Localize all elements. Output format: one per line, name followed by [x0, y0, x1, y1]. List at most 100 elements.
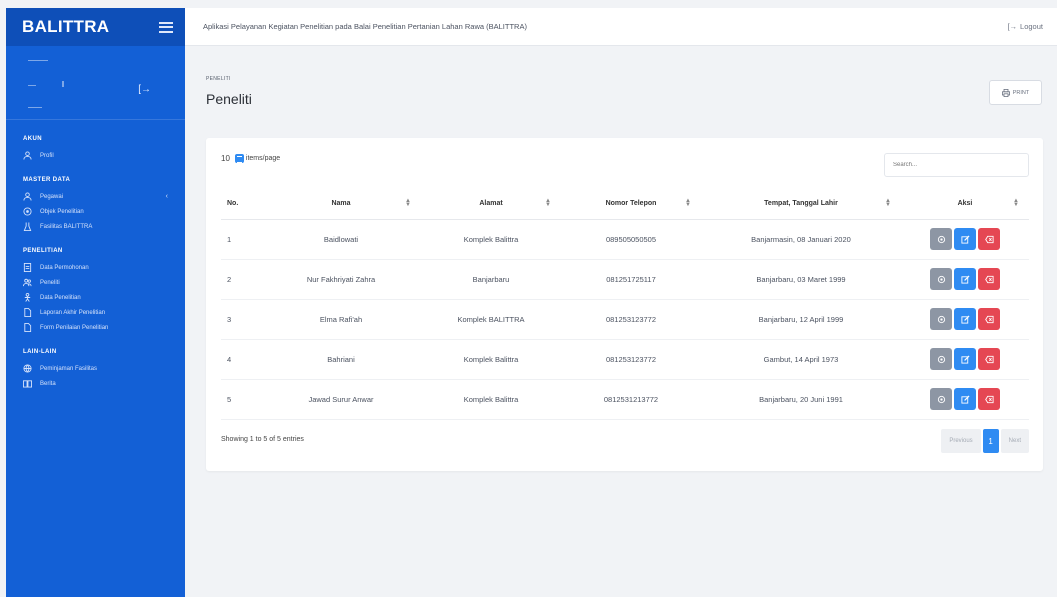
- sort-icon: ▲ ▼: [1013, 198, 1019, 208]
- column-header-nama[interactable]: Nama ▲ ▼: [261, 189, 421, 220]
- view-button[interactable]: [930, 348, 952, 370]
- sidebar-item-label: Pegawai: [40, 193, 64, 200]
- delete-button[interactable]: [978, 308, 1000, 330]
- sidebar-menu: AKUN Profil MASTER DATA Pegawai ‹ Objek Penel…: [6, 120, 185, 391]
- cell-ttl: Banjarbaru, 03 Maret 1999: [701, 259, 901, 300]
- cell-nama: Jawad Surur Anwar: [261, 379, 421, 420]
- edit-icon: [960, 354, 970, 364]
- sidebar-logout-icon[interactable]: [→: [138, 84, 151, 95]
- delete-button[interactable]: [978, 388, 1000, 410]
- delete-button[interactable]: [978, 228, 1000, 250]
- cell-ttl: Banjarmasin, 08 Januari 2020: [701, 219, 901, 260]
- logout-icon: [→: [1007, 22, 1018, 31]
- person-icon: [23, 293, 32, 302]
- table-row: 5 Jawad Surur Anwar Komplek Balittra 081253…: [221, 379, 1029, 420]
- sidebar-item-data-penelitian[interactable]: Data Penelitian: [6, 290, 185, 305]
- column-header-no[interactable]: No.: [221, 189, 261, 220]
- printer-icon: [1001, 88, 1010, 97]
- cell-nama: Elma Rafi'ah: [261, 299, 421, 340]
- print-button[interactable]: PRINT: [989, 80, 1042, 105]
- table-body: 1 Baidlowati Komplek Balittra 089505050505 B…: [221, 219, 1029, 420]
- sidebar-item-objek-penelitian[interactable]: Objek Penelitian: [6, 204, 185, 219]
- per-page-label: items/page: [245, 155, 281, 162]
- menu-section-title: MASTER DATA: [23, 177, 71, 183]
- sidebar-item-label: Data Penelitian: [40, 294, 81, 301]
- table-row: 3 Elma Rafi'ah Komplek BALITTRA 08125312377…: [221, 299, 1029, 340]
- row-actions: [901, 388, 1029, 410]
- logout-link[interactable]: [→ Logout: [1007, 22, 1043, 31]
- sidebar-item-label: Objek Penelitian: [40, 208, 84, 215]
- edit-button[interactable]: [954, 388, 976, 410]
- sidebar-item-fasilitas-balittra[interactable]: Fasilitas BALITTRA: [6, 219, 185, 234]
- row-actions: [901, 228, 1029, 250]
- cell-telepon: 089505050505: [561, 219, 701, 260]
- chevron-left-icon: ‹: [165, 193, 168, 200]
- user-icon: [23, 151, 32, 160]
- sidebar-item-peminjaman-fasilitas[interactable]: Peminjaman Fasilitas: [6, 361, 185, 376]
- column-header-aksi[interactable]: Aksi ▲ ▼: [901, 189, 1029, 220]
- file-icon: [23, 323, 32, 332]
- edit-button[interactable]: [954, 268, 976, 290]
- table-row: 2 Nur Fakhriyati Zahra Banjarbaru 081251725…: [221, 259, 1029, 300]
- edit-button[interactable]: [954, 348, 976, 370]
- pagination: Previous 1 Next: [941, 429, 1029, 453]
- edit-icon: [960, 274, 970, 284]
- sidebar-item-data-permohonan[interactable]: Data Permohonan: [6, 260, 185, 275]
- sidebar-item-berita[interactable]: Berita: [6, 376, 185, 391]
- menu-section-title: PENELITIAN: [23, 248, 63, 254]
- sort-icon: ▲ ▼: [885, 198, 891, 208]
- sidebar-item-profil[interactable]: Profil: [6, 148, 185, 163]
- sidebar-item-pegawai[interactable]: Pegawai ‹: [6, 189, 185, 204]
- cell-aksi: [901, 339, 1029, 380]
- edit-button[interactable]: [954, 228, 976, 250]
- eye-icon: [937, 275, 946, 284]
- users-icon: [23, 278, 32, 287]
- column-header-telepon[interactable]: Nomor Telepon ▲ ▼: [561, 189, 701, 220]
- table-row: 1 Baidlowati Komplek Balittra 089505050505 B…: [221, 219, 1029, 260]
- column-header-alamat[interactable]: Alamat ▲ ▼: [421, 189, 561, 220]
- page-1-button[interactable]: 1: [982, 429, 999, 453]
- sidebar-item-peneliti[interactable]: Peneliti: [6, 275, 185, 290]
- view-button[interactable]: [930, 308, 952, 330]
- target-icon: [23, 207, 32, 216]
- cell-aksi: [901, 379, 1029, 420]
- view-button[interactable]: [930, 228, 952, 250]
- column-header-ttl[interactable]: Tempat, Tanggal Lahir ▲ ▼: [701, 189, 901, 220]
- cell-no: 5: [221, 379, 261, 420]
- search-input[interactable]: [884, 153, 1029, 177]
- row-actions: [901, 348, 1029, 370]
- sidebar-item-label: Peminjaman Fasilitas: [40, 365, 98, 372]
- cell-ttl: Gambut, 14 April 1973: [701, 339, 901, 380]
- sidebar-item-label: Peneliti: [40, 279, 60, 286]
- edit-icon: [960, 234, 970, 244]
- edit-button[interactable]: [954, 308, 976, 330]
- print-label: PRINT: [1012, 89, 1030, 96]
- view-button[interactable]: [930, 388, 952, 410]
- per-page-value[interactable]: 10: [221, 154, 230, 163]
- delete-button[interactable]: [978, 348, 1000, 370]
- view-button[interactable]: [930, 268, 952, 290]
- cell-aksi: [901, 259, 1029, 300]
- brand-logo-text: BALITTRA: [22, 17, 110, 36]
- cell-telepon: 0812531213772: [561, 379, 701, 420]
- page-title: Peneliti: [206, 91, 252, 107]
- logout-label: Logout: [1020, 22, 1043, 31]
- user-avatar-placeholder: [28, 60, 48, 61]
- sidebar-item-form-penilaian-penelitian[interactable]: Form Penilaian Penelitian: [6, 320, 185, 335]
- file-icon: [23, 308, 32, 317]
- table-header-row: No. Nama ▲ ▼ Alamat ▲ ▼ Nomor Telepon ▲ ▼ Temp…: [221, 189, 1029, 220]
- table-row: 4 Bahriani Komplek Balittra 081253123772 Gam…: [221, 339, 1029, 380]
- sidebar-item-laporan-akhir-penelitian[interactable]: Laporan Akhir Penelitian: [6, 305, 185, 320]
- delete-icon: [984, 275, 994, 284]
- cell-aksi: [901, 299, 1029, 340]
- cell-ttl: Banjarbaru, 20 Juni 1991: [701, 379, 901, 420]
- breadcrumb: PENELITI: [206, 76, 231, 82]
- eye-icon: [937, 355, 946, 364]
- next-page-button[interactable]: Next: [1000, 429, 1029, 453]
- delete-button[interactable]: [978, 268, 1000, 290]
- menu-section-title: AKUN: [23, 136, 42, 142]
- per-page-select-icon[interactable]: [234, 154, 244, 163]
- brand-bar: BALITTRA: [6, 8, 185, 46]
- hamburger-menu-icon[interactable]: [159, 21, 173, 33]
- previous-page-button[interactable]: Previous: [941, 429, 981, 453]
